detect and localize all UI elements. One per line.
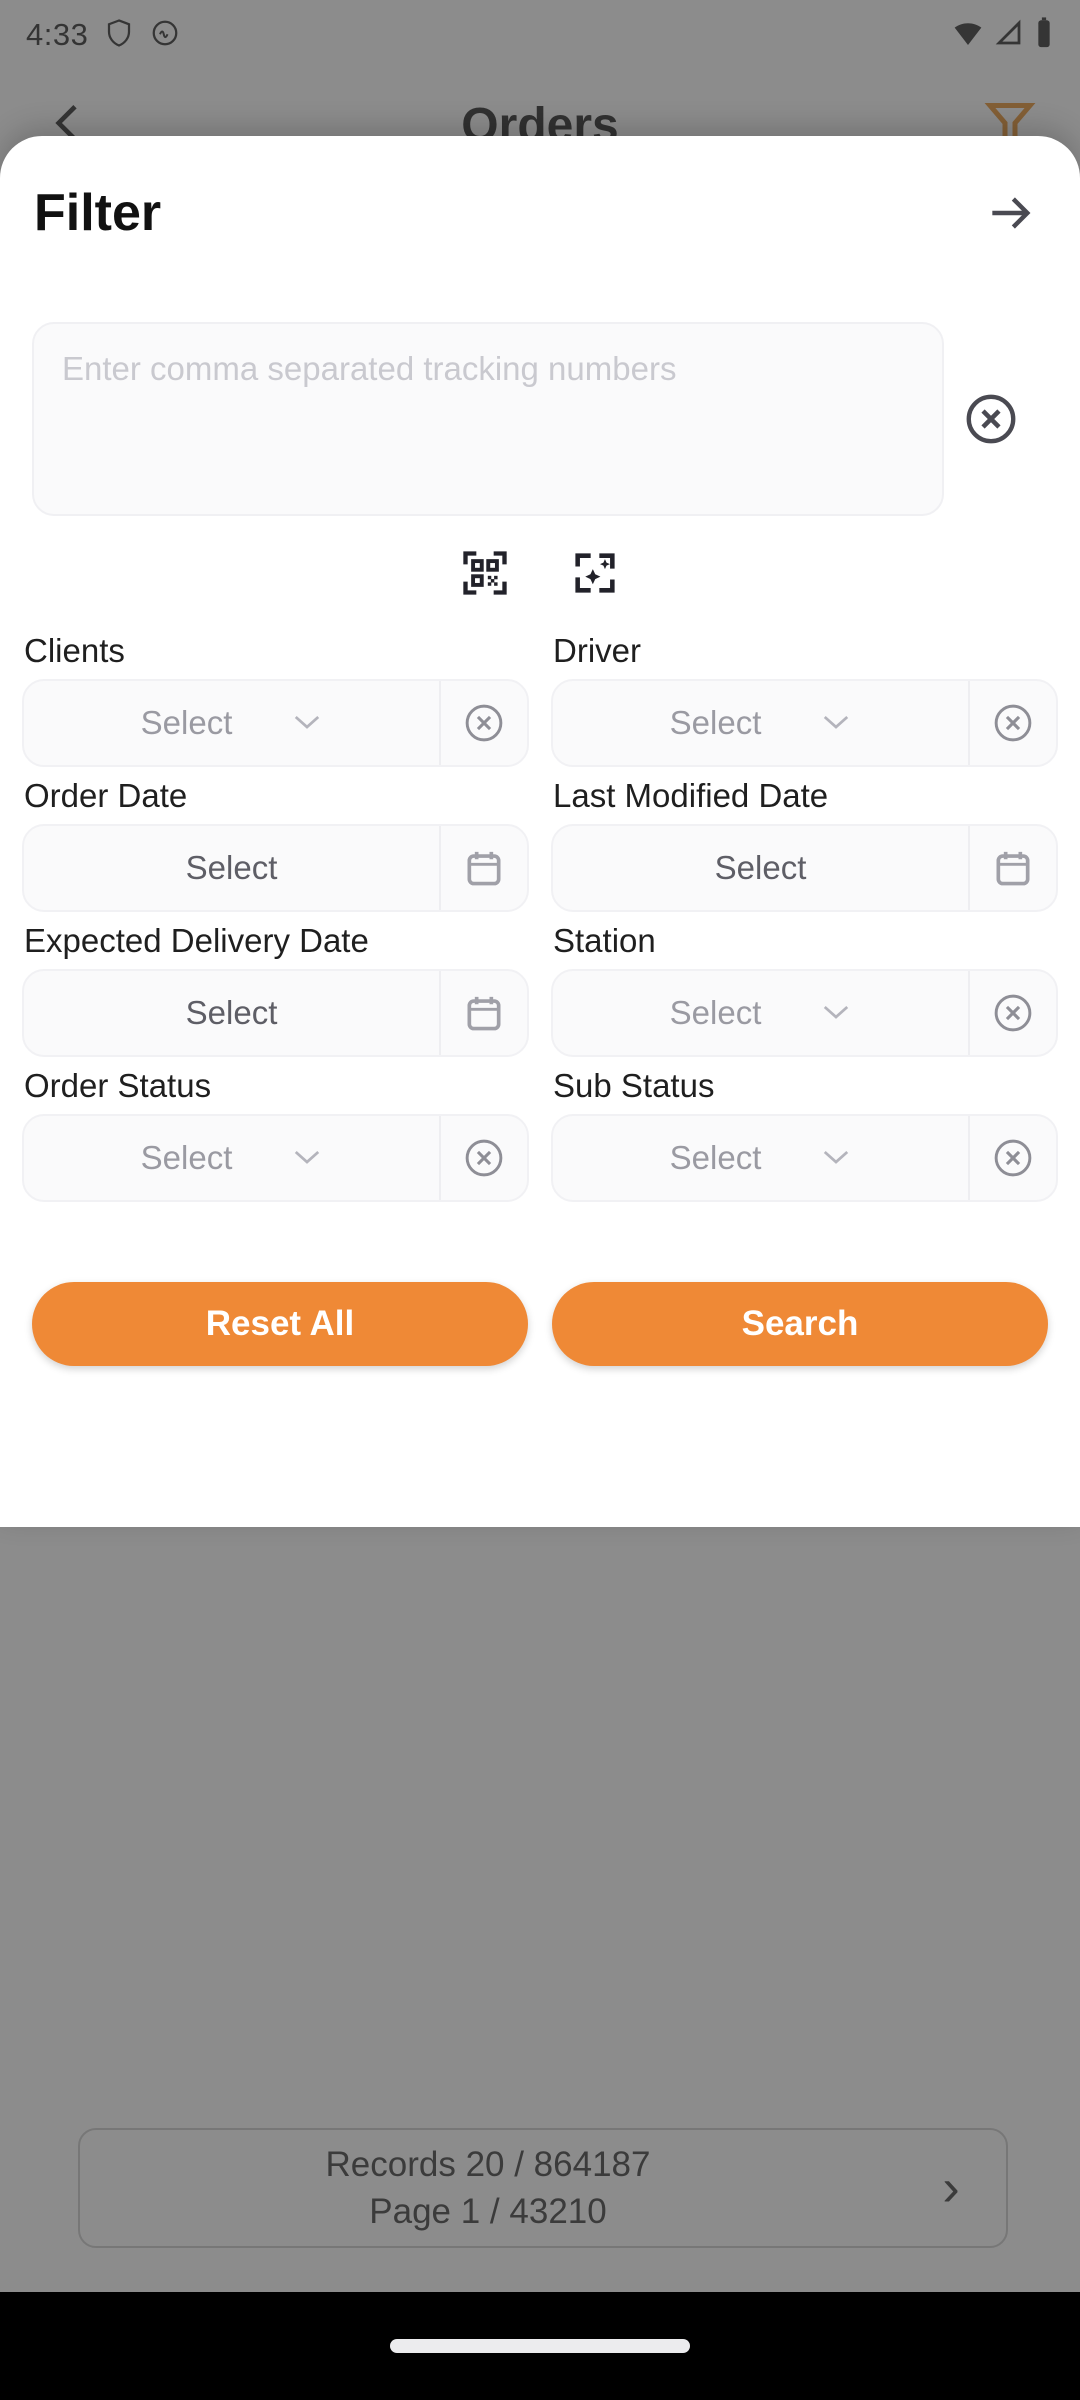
clear-circle-icon[interactable]	[439, 681, 527, 765]
clear-circle-icon[interactable]	[960, 388, 1022, 450]
clients-select-value-wrap[interactable]: Select	[24, 681, 439, 765]
filter-actions: Reset All Search	[22, 1282, 1058, 1366]
clients-select-value: Select	[141, 704, 233, 742]
clear-circle-icon[interactable]	[968, 971, 1056, 1055]
station-select[interactable]: Select	[551, 969, 1058, 1057]
field-label: Sub Status	[553, 1067, 1058, 1105]
field-order-date: Order Date Select	[22, 767, 529, 912]
filter-sheet-header: Filter	[22, 158, 1058, 268]
filter-title: Filter	[34, 183, 161, 243]
clear-circle-icon[interactable]	[968, 1116, 1056, 1200]
system-nav-bar	[0, 2292, 1080, 2400]
clear-circle-icon[interactable]	[968, 681, 1056, 765]
calendar-icon[interactable]	[439, 971, 527, 1055]
order-date-picker[interactable]: Select	[22, 824, 529, 912]
order-status-value-wrap[interactable]: Select	[24, 1116, 439, 1200]
driver-select-value: Select	[670, 704, 762, 742]
order-status-select[interactable]: Select	[22, 1114, 529, 1202]
field-label: Last Modified Date	[553, 777, 1058, 815]
chevron-down-icon	[821, 1143, 851, 1173]
field-order-status: Order Status Select	[22, 1057, 529, 1202]
field-label: Station	[553, 922, 1058, 960]
sub-status-value-wrap[interactable]: Select	[553, 1116, 968, 1200]
driver-select-value-wrap[interactable]: Select	[553, 681, 968, 765]
sub-status-select[interactable]: Select	[551, 1114, 1058, 1202]
reset-all-button[interactable]: Reset All	[32, 1282, 528, 1366]
field-driver: Driver Select	[551, 622, 1058, 767]
search-input[interactable]	[62, 350, 914, 488]
filter-fields-grid: Clients Select Driver	[22, 622, 1058, 1202]
order-status-value: Select	[141, 1139, 233, 1177]
image-scan-sparkle-icon[interactable]	[569, 547, 621, 604]
clear-circle-icon[interactable]	[439, 1116, 527, 1200]
last-modified-date-picker[interactable]: Select	[551, 824, 1058, 912]
last-modified-date-value: Select	[715, 849, 807, 887]
field-label: Expected Delivery Date	[24, 922, 529, 960]
field-station: Station Select	[551, 912, 1058, 1057]
phone-screen: 4:33	[0, 0, 1080, 2400]
field-expected-delivery-date: Expected Delivery Date Select	[22, 912, 529, 1057]
chevron-down-icon	[292, 1143, 322, 1173]
driver-select[interactable]: Select	[551, 679, 1058, 767]
station-select-value-wrap[interactable]: Select	[553, 971, 968, 1055]
tracking-numbers-row	[22, 322, 1058, 516]
order-date-value: Select	[186, 849, 278, 887]
expected-delivery-date-value-wrap[interactable]: Select	[24, 971, 439, 1055]
sub-status-value: Select	[670, 1139, 762, 1177]
field-label: Driver	[553, 632, 1058, 670]
field-last-modified-date: Last Modified Date Select	[551, 767, 1058, 912]
order-date-value-wrap[interactable]: Select	[24, 826, 439, 910]
clients-select[interactable]: Select	[22, 679, 529, 767]
home-indicator[interactable]	[390, 2339, 690, 2353]
scan-tools-row	[22, 540, 1058, 610]
qr-code-scan-icon[interactable]	[459, 547, 511, 604]
field-clients: Clients Select	[22, 622, 529, 767]
chevron-down-icon	[821, 998, 851, 1028]
field-label: Order Status	[24, 1067, 529, 1105]
chevron-down-icon	[821, 708, 851, 738]
calendar-icon[interactable]	[439, 826, 527, 910]
station-select-value: Select	[670, 994, 762, 1032]
search-button[interactable]: Search	[552, 1282, 1048, 1366]
field-label: Order Date	[24, 777, 529, 815]
field-sub-status: Sub Status Select	[551, 1057, 1058, 1202]
expected-delivery-date-picker[interactable]: Select	[22, 969, 529, 1057]
last-modified-date-value-wrap[interactable]: Select	[553, 826, 968, 910]
filter-bottom-sheet: Filter	[0, 136, 1080, 1527]
chevron-down-icon	[292, 708, 322, 738]
calendar-icon[interactable]	[968, 826, 1056, 910]
arrow-right-icon[interactable]	[976, 178, 1046, 248]
field-label: Clients	[24, 632, 529, 670]
expected-delivery-date-value: Select	[186, 994, 278, 1032]
tracking-numbers-field[interactable]	[32, 322, 944, 516]
